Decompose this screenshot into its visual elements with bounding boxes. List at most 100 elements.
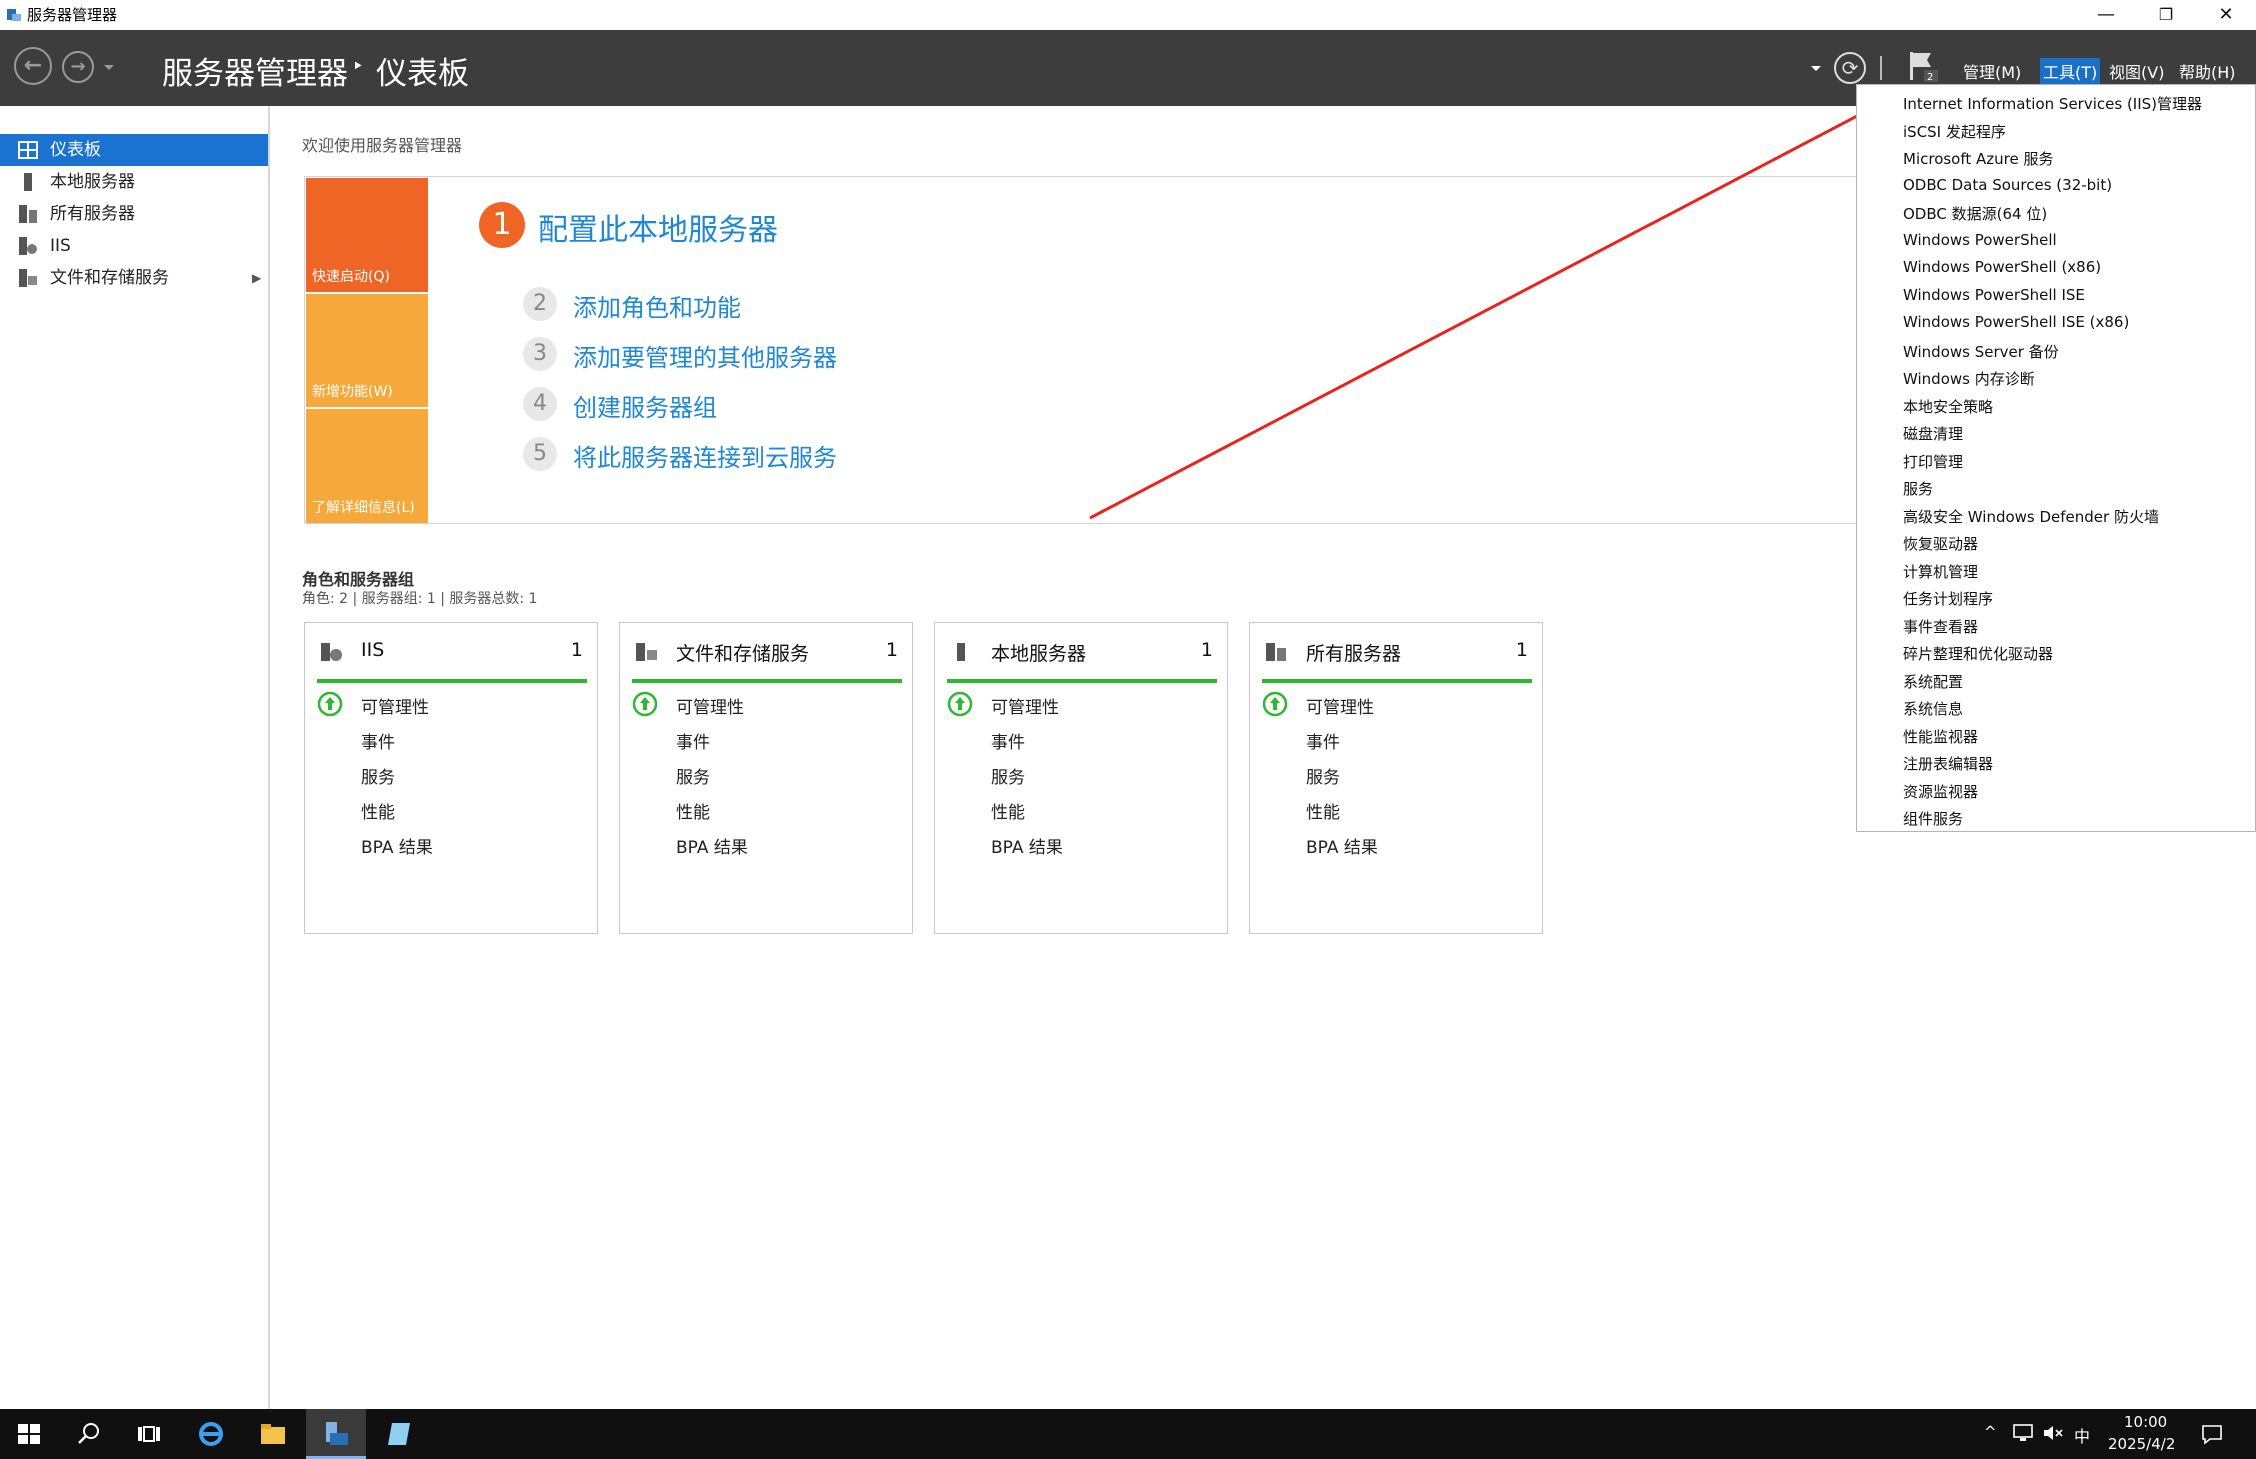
menu-item-task-scheduler[interactable]: 任务计划程序 [1903,588,1993,609]
card-row-bpa[interactable]: BPA 结果 [1306,833,1378,858]
restore-button[interactable]: ❐ [2136,0,2196,30]
menu-manage[interactable]: 管理(M) [1960,58,2024,84]
menu-item-event-viewer[interactable]: 事件查看器 [1903,616,1978,637]
step-4-link[interactable]: 创建服务器组 [573,388,717,423]
taskbar-active-app[interactable] [306,1409,366,1459]
menu-item-system-configuration[interactable]: 系统配置 [1903,671,1963,692]
clock-date[interactable]: 2025/4/2 [2108,1435,2175,1453]
sidebar-item-dashboard[interactable]: 仪表板 [0,134,268,166]
card-row-events[interactable]: 事件 [1306,728,1340,753]
sidebar-item-label: 所有服务器 [50,204,135,224]
menu-item-odbc-64[interactable]: ODBC 数据源(64 位) [1903,203,2047,224]
menu-item-iscsi-initiator[interactable]: iSCSI 发起程序 [1903,121,2006,142]
card-row-performance[interactable]: 性能 [1306,798,1340,823]
menu-item-server-backup[interactable]: Windows Server 备份 [1903,341,2059,362]
menu-item-powershell-x86[interactable]: Windows PowerShell (x86) [1903,258,2101,276]
step-1-link[interactable]: 配置此本地服务器 [538,205,778,249]
card-row-bpa[interactable]: BPA 结果 [676,833,748,858]
tile-whats-new[interactable]: 新增功能(W) [306,294,428,407]
card-row-performance[interactable]: 性能 [361,798,395,823]
network-icon[interactable] [2012,1423,2034,1443]
card-row-events[interactable]: 事件 [361,728,395,753]
internet-explorer-icon[interactable] [196,1419,226,1449]
refresh-dropdown-icon[interactable] [1810,64,1822,74]
forward-button[interactable]: → [62,51,94,83]
card-count: 1 [570,639,583,661]
card-row-services[interactable]: 服务 [676,763,710,788]
menu-item-azure-services[interactable]: Microsoft Azure 服务 [1903,148,2054,169]
menu-tools[interactable]: 工具(T) [2040,58,2101,84]
step-2-link[interactable]: 添加角色和功能 [573,288,741,323]
card-row-performance[interactable]: 性能 [991,798,1025,823]
notifications-flag-icon[interactable]: 2 [1906,48,1942,84]
card-row-manageability[interactable]: 可管理性 [991,693,1059,718]
header-divider [1880,56,1882,80]
role-card-all-servers[interactable]: 所有服务器 1 可管理性 事件 服务 性能 BPA 结果 [1249,622,1543,934]
menu-item-recovery-drive[interactable]: 恢复驱动器 [1903,533,1978,554]
card-row-services[interactable]: 服务 [1306,763,1340,788]
menu-item-services[interactable]: 服务 [1903,478,1933,499]
role-card-local-server[interactable]: 本地服务器 1 可管理性 事件 服务 性能 BPA 结果 [934,622,1228,934]
menu-item-disk-cleanup[interactable]: 磁盘清理 [1903,423,1963,444]
search-icon[interactable] [74,1419,104,1449]
card-row-manageability[interactable]: 可管理性 [676,693,744,718]
windows-start-icon[interactable] [14,1419,44,1449]
card-row-services[interactable]: 服务 [991,763,1025,788]
clock-time[interactable]: 10:00 [2124,1413,2167,1431]
menu-item-powershell-ise[interactable]: Windows PowerShell ISE [1903,286,2085,304]
volume-muted-icon[interactable] [2042,1423,2064,1443]
menu-view[interactable]: 视图(V) [2106,58,2167,84]
menu-item-registry-editor[interactable]: 注册表编辑器 [1903,753,1993,774]
input-method-indicator[interactable]: 中 [2074,1423,2090,1447]
card-row-performance[interactable]: 性能 [676,798,710,823]
sidebar-item-label: 文件和存储服务 [50,268,169,288]
menu-item-powershell[interactable]: Windows PowerShell [1903,231,2057,249]
file-explorer-icon[interactable] [258,1419,288,1449]
menu-item-powershell-ise-x86[interactable]: Windows PowerShell ISE (x86) [1903,313,2129,331]
menu-item-system-information[interactable]: 系统信息 [1903,698,1963,719]
step-5-link[interactable]: 将此服务器连接到云服务 [573,438,837,473]
card-row-services[interactable]: 服务 [361,763,395,788]
task-view-icon[interactable] [134,1419,164,1449]
breadcrumb-root[interactable]: 服务器管理器 [162,48,348,93]
tile-learn-more[interactable]: 了解详细信息(L) [306,409,428,523]
menu-item-print-management[interactable]: 打印管理 [1903,451,1963,472]
card-row-events[interactable]: 事件 [991,728,1025,753]
menu-item-memory-diagnostic[interactable]: Windows 内存诊断 [1903,368,2035,389]
menu-item-defragment[interactable]: 碎片整理和优化驱动器 [1903,643,2053,664]
sidebar-item-local-server[interactable]: 本地服务器 [0,166,268,198]
menu-item-resource-monitor[interactable]: 资源监视器 [1903,781,1978,802]
role-card-iis[interactable]: IIS 1 可管理性 事件 服务 性能 BPA 结果 [304,622,598,934]
sidebar-item-label: 仪表板 [50,140,101,160]
menu-item-odbc-32[interactable]: ODBC Data Sources (32-bit) [1903,176,2112,194]
menu-item-performance-monitor[interactable]: 性能监视器 [1903,726,1978,747]
refresh-icon: ⟳ [1841,56,1859,80]
refresh-button[interactable]: ⟳ [1834,52,1866,84]
card-row-bpa[interactable]: BPA 结果 [991,833,1063,858]
menu-item-component-services[interactable]: 组件服务 [1903,808,1963,829]
back-button[interactable]: ← [14,47,52,85]
tray-overflow-icon[interactable]: ^ [1984,1423,1997,1441]
menu-help[interactable]: 帮助(H) [2176,58,2239,84]
card-row-bpa[interactable]: BPA 结果 [361,833,433,858]
step-3-link[interactable]: 添加要管理的其他服务器 [573,338,837,373]
sidebar-item-all-servers[interactable]: 所有服务器 [0,198,268,230]
history-dropdown-icon[interactable] [102,63,116,73]
back-arrow-icon: ← [23,53,43,78]
menu-item-local-security-policy[interactable]: 本地安全策略 [1903,396,1993,417]
action-center-icon[interactable] [2200,1422,2224,1446]
card-row-manageability[interactable]: 可管理性 [1306,693,1374,718]
tile-quick-start[interactable]: 快速启动(Q) [306,178,428,292]
menu-item-computer-management[interactable]: 计算机管理 [1903,561,1978,582]
menu-item-defender-firewall[interactable]: 高级安全 Windows Defender 防火墙 [1903,506,2159,527]
close-button[interactable]: ✕ [2196,0,2256,30]
card-row-manageability[interactable]: 可管理性 [361,693,429,718]
sidebar-item-iis[interactable]: IIS [0,230,268,262]
expand-chevron-icon[interactable]: ▶ [252,262,261,294]
notepad-app-icon[interactable] [384,1419,414,1449]
menu-item-iis-manager[interactable]: Internet Information Services (IIS)管理器 [1903,93,2202,114]
sidebar-item-file-storage[interactable]: 文件和存储服务 ▶ [0,262,268,294]
minimize-button[interactable]: — [2076,0,2136,30]
card-row-events[interactable]: 事件 [676,728,710,753]
role-card-file-storage[interactable]: 文件和存储服务 1 可管理性 事件 服务 性能 BPA 结果 [619,622,913,934]
